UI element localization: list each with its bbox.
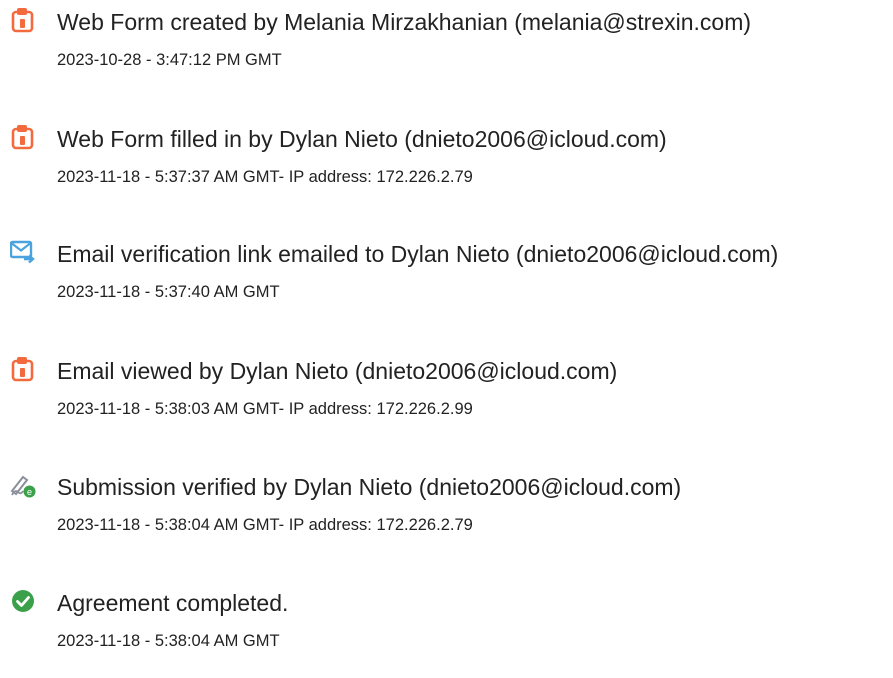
- signature-verified-icon: e: [10, 472, 36, 498]
- audit-event-web-form-filled: Web Form filled in by Dylan Nieto (dniet…: [0, 124, 893, 214]
- event-timestamp: 2023-11-18 - 5:38:03 AM GMT- IP address:…: [57, 400, 473, 418]
- audit-event-agreement-completed: Agreement completed. 2023-11-18 - 5:38:0…: [0, 588, 893, 678]
- audit-event-verification-emailed: Email verification link emailed to Dylan…: [0, 239, 893, 329]
- audit-event-submission-verified: e Submission verified by Dylan Nieto (dn…: [0, 472, 893, 562]
- event-timestamp: 2023-11-18 - 5:37:40 AM GMT: [57, 283, 280, 301]
- svg-text:e: e: [27, 487, 32, 497]
- event-title: Web Form filled in by Dylan Nieto (dniet…: [57, 126, 667, 152]
- email-send-icon: [10, 239, 36, 265]
- audit-event-email-viewed: Email viewed by Dylan Nieto (dnieto2006@…: [0, 356, 893, 446]
- event-title: Submission verified by Dylan Nieto (dnie…: [57, 474, 682, 500]
- event-title: Email verification link emailed to Dylan…: [57, 241, 779, 267]
- event-timestamp: 2023-11-18 - 5:37:37 AM GMT- IP address:…: [57, 168, 473, 186]
- event-title: Agreement completed.: [57, 590, 289, 616]
- document-icon: [10, 7, 36, 33]
- event-timestamp: 2023-11-18 - 5:38:04 AM GMT- IP address:…: [57, 516, 473, 534]
- event-title: Web Form created by Melania Mirzakhanian…: [57, 9, 752, 35]
- check-circle-icon: [10, 588, 36, 614]
- audit-event-web-form-created: Web Form created by Melania Mirzakhanian…: [0, 7, 893, 97]
- event-title: Email viewed by Dylan Nieto (dnieto2006@…: [57, 358, 618, 384]
- event-timestamp: 2023-10-28 - 3:47:12 PM GMT: [57, 51, 282, 69]
- document-icon: [10, 356, 36, 382]
- document-icon: [10, 124, 36, 150]
